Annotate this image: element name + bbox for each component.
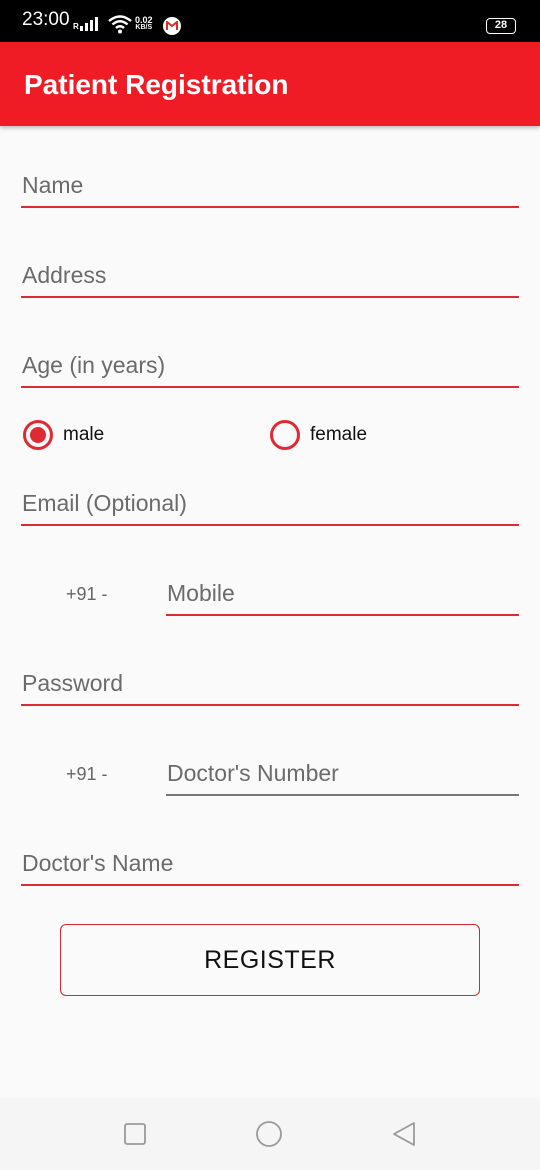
doctor-name-field-container xyxy=(21,842,519,886)
name-field-container xyxy=(21,164,519,208)
doctor-number-field-container xyxy=(166,752,519,796)
gender-radio-male[interactable]: male xyxy=(23,420,104,450)
signal-icon xyxy=(80,17,98,31)
page-title: Patient Registration xyxy=(24,69,289,100)
gmail-icon xyxy=(163,17,181,35)
status-time: 23:00 xyxy=(22,9,70,30)
app-bar: Patient Registration xyxy=(0,42,540,126)
mobile-field[interactable] xyxy=(166,572,519,614)
wifi-icon xyxy=(108,15,132,34)
status-bar: 23:00 R 0.02 KB/S 28 xyxy=(0,0,540,42)
network-flag: R xyxy=(73,22,79,31)
doctor-name-field[interactable] xyxy=(21,842,519,884)
email-field-container xyxy=(21,482,519,526)
mobile-country-prefix: +91 - xyxy=(66,584,108,604)
radio-circle xyxy=(23,420,53,450)
net-speed-value: 0.02 xyxy=(135,15,153,25)
age-field-container xyxy=(21,344,519,388)
recents-square-icon[interactable] xyxy=(121,1120,149,1148)
doctor-number-country-prefix: +91 - xyxy=(66,764,108,784)
radio-circle xyxy=(270,420,300,450)
password-field[interactable] xyxy=(21,662,519,704)
register-button[interactable]: REGISTER xyxy=(60,924,480,996)
name-field[interactable] xyxy=(21,164,519,206)
battery-icon: 28 xyxy=(486,18,516,34)
gender-radio-female[interactable]: female xyxy=(270,420,367,450)
back-triangle-icon[interactable] xyxy=(390,1120,418,1148)
radio-label-female: female xyxy=(310,424,368,445)
password-field-container xyxy=(21,662,519,706)
age-field[interactable] xyxy=(21,344,519,386)
doctor-number-field[interactable] xyxy=(166,752,519,794)
radio-label-male: male xyxy=(63,424,105,445)
net-speed: 0.02 KB/S xyxy=(135,16,153,32)
home-circle-icon[interactable] xyxy=(255,1120,283,1148)
address-field-container xyxy=(21,254,519,298)
radio-selected-dot xyxy=(30,427,46,443)
net-speed-unit: KB/S xyxy=(135,24,153,31)
email-field[interactable] xyxy=(21,482,519,524)
system-nav-bar xyxy=(0,1098,540,1170)
address-field[interactable] xyxy=(21,254,519,296)
mobile-field-container xyxy=(166,572,519,616)
